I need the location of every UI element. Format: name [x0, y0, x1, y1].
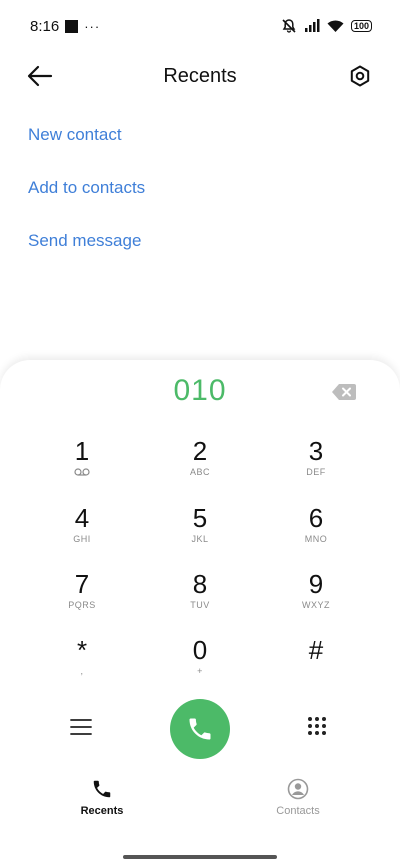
key-letters: +: [197, 666, 203, 676]
key-letters: DEF: [306, 467, 326, 477]
voicemail-icon: [27, 467, 137, 479]
key-7[interactable]: 7 PQRS: [27, 569, 137, 629]
new-contact-link[interactable]: New contact: [28, 118, 145, 171]
key-digit: 2: [192, 436, 208, 466]
mute-bell-icon: [282, 19, 296, 33]
key-0[interactable]: 0 +: [145, 635, 255, 695]
keypad-grid-icon[interactable]: [307, 716, 327, 741]
key-digit: 7: [74, 569, 90, 599]
nav-recents[interactable]: Recents: [42, 778, 162, 817]
battery-icon: 100: [350, 20, 372, 32]
key-3[interactable]: 3 DEF: [261, 436, 371, 496]
key-5[interactable]: 5 JKL: [145, 503, 255, 563]
key-1[interactable]: 1: [27, 436, 137, 496]
key-digit: 1: [74, 436, 90, 466]
nav-contacts-label: Contacts: [276, 805, 320, 817]
key-letters: TUV: [190, 600, 210, 610]
key-digit: 6: [308, 503, 324, 533]
page-title: Recents: [163, 64, 237, 87]
notification-square-icon: [65, 19, 79, 33]
header: Recents: [0, 52, 400, 100]
number-row: 010: [0, 372, 400, 414]
add-to-contacts-link[interactable]: Add to contacts: [28, 171, 145, 224]
call-button[interactable]: [170, 699, 230, 759]
key-digit: 8: [192, 569, 208, 599]
arrow-left-icon[interactable]: [26, 64, 54, 93]
key-star[interactable]: * ,: [27, 635, 137, 695]
menu-icon[interactable]: [70, 718, 92, 741]
status-right: 100: [281, 18, 372, 34]
key-digit: 3: [308, 436, 324, 466]
nav-recents-label: Recents: [80, 805, 124, 817]
key-letters: MNO: [304, 534, 328, 544]
backspace-icon[interactable]: [332, 384, 356, 405]
key-digit: 5: [192, 503, 208, 533]
phone-icon: [189, 718, 211, 740]
bottom-nav: Recents Contacts: [0, 778, 400, 828]
status-left: 8:16 ···: [30, 18, 100, 35]
key-9[interactable]: 9 WXYZ: [261, 569, 371, 629]
more-notifications-icon: ···: [84, 18, 101, 34]
key-digit: 4: [74, 503, 90, 533]
settings-icon[interactable]: [348, 64, 372, 93]
key-2[interactable]: 2 ABC: [145, 436, 255, 496]
signal-icon: [304, 19, 320, 32]
key-letters: GHI: [73, 534, 91, 544]
phone-icon: [93, 780, 111, 798]
key-digit: 9: [308, 569, 324, 599]
wifi-icon: [327, 20, 344, 32]
action-list: New contact Add to contacts Send message: [28, 118, 145, 277]
key-hash[interactable]: #: [261, 635, 371, 695]
home-indicator[interactable]: [123, 855, 277, 859]
key-letters: PQRS: [68, 600, 96, 610]
key-4[interactable]: 4 GHI: [27, 503, 137, 563]
key-digit: #: [308, 635, 324, 665]
key-letters: [261, 666, 371, 678]
person-circle-icon: [287, 778, 309, 800]
status-time: 8:16: [30, 17, 60, 35]
key-6[interactable]: 6 MNO: [261, 503, 371, 563]
key-letters: WXYZ: [302, 600, 330, 610]
status-bar: 8:16 ··· 100: [0, 0, 400, 52]
key-digit: *: [76, 635, 88, 665]
key-letters: ,: [80, 666, 84, 676]
key-digit: 0: [192, 635, 208, 665]
send-message-link[interactable]: Send message: [28, 224, 145, 277]
nav-contacts[interactable]: Contacts: [238, 778, 358, 817]
dialer-actions: [0, 698, 400, 762]
key-letters: JKL: [191, 534, 209, 544]
dialpad-sheet: 010 1 2 ABC 3 DEF 4 GHI 5 JKL 6 MNO 7 PQ…: [0, 360, 400, 866]
key-8[interactable]: 8 TUV: [145, 569, 255, 629]
key-letters: ABC: [189, 467, 210, 477]
